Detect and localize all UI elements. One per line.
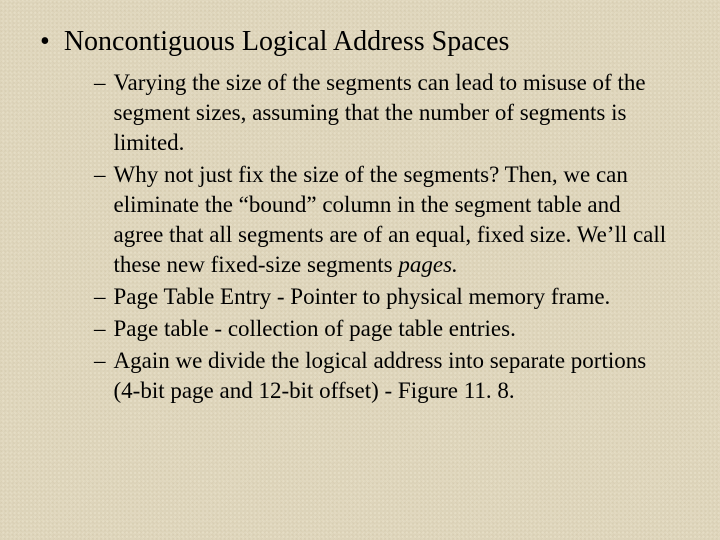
bullet-text-main: Why not just fix the size of the segment… bbox=[114, 162, 667, 277]
bullet-text: Why not just fix the size of the segment… bbox=[114, 160, 677, 280]
list-item: – Page Table Entry - Pointer to physical… bbox=[94, 282, 676, 312]
sub-bullet-list: – Varying the size of the segments can l… bbox=[94, 68, 676, 406]
bullet-dot-icon: • bbox=[40, 24, 50, 60]
bullet-text: Varying the size of the segments can lea… bbox=[114, 68, 677, 158]
dash-icon: – bbox=[94, 68, 106, 98]
dash-icon: – bbox=[94, 346, 106, 376]
dash-icon: – bbox=[94, 160, 106, 190]
bullet-text: Again we divide the logical address into… bbox=[114, 346, 677, 406]
pages-emphasis: pages. bbox=[398, 252, 457, 277]
main-bullet: • Noncontiguous Logical Address Spaces bbox=[36, 24, 684, 60]
bullet-text: Page table - collection of page table en… bbox=[114, 314, 677, 344]
bullet-text: Page Table Entry - Pointer to physical m… bbox=[114, 282, 677, 312]
list-item: – Page table - collection of page table … bbox=[94, 314, 676, 344]
list-item: – Why not just fix the size of the segme… bbox=[94, 160, 676, 280]
slide-content: • Noncontiguous Logical Address Spaces –… bbox=[0, 0, 720, 540]
dash-icon: – bbox=[94, 282, 106, 312]
dash-icon: – bbox=[94, 314, 106, 344]
slide-title: Noncontiguous Logical Address Spaces bbox=[64, 24, 510, 60]
list-item: – Varying the size of the segments can l… bbox=[94, 68, 676, 158]
list-item: – Again we divide the logical address in… bbox=[94, 346, 676, 406]
